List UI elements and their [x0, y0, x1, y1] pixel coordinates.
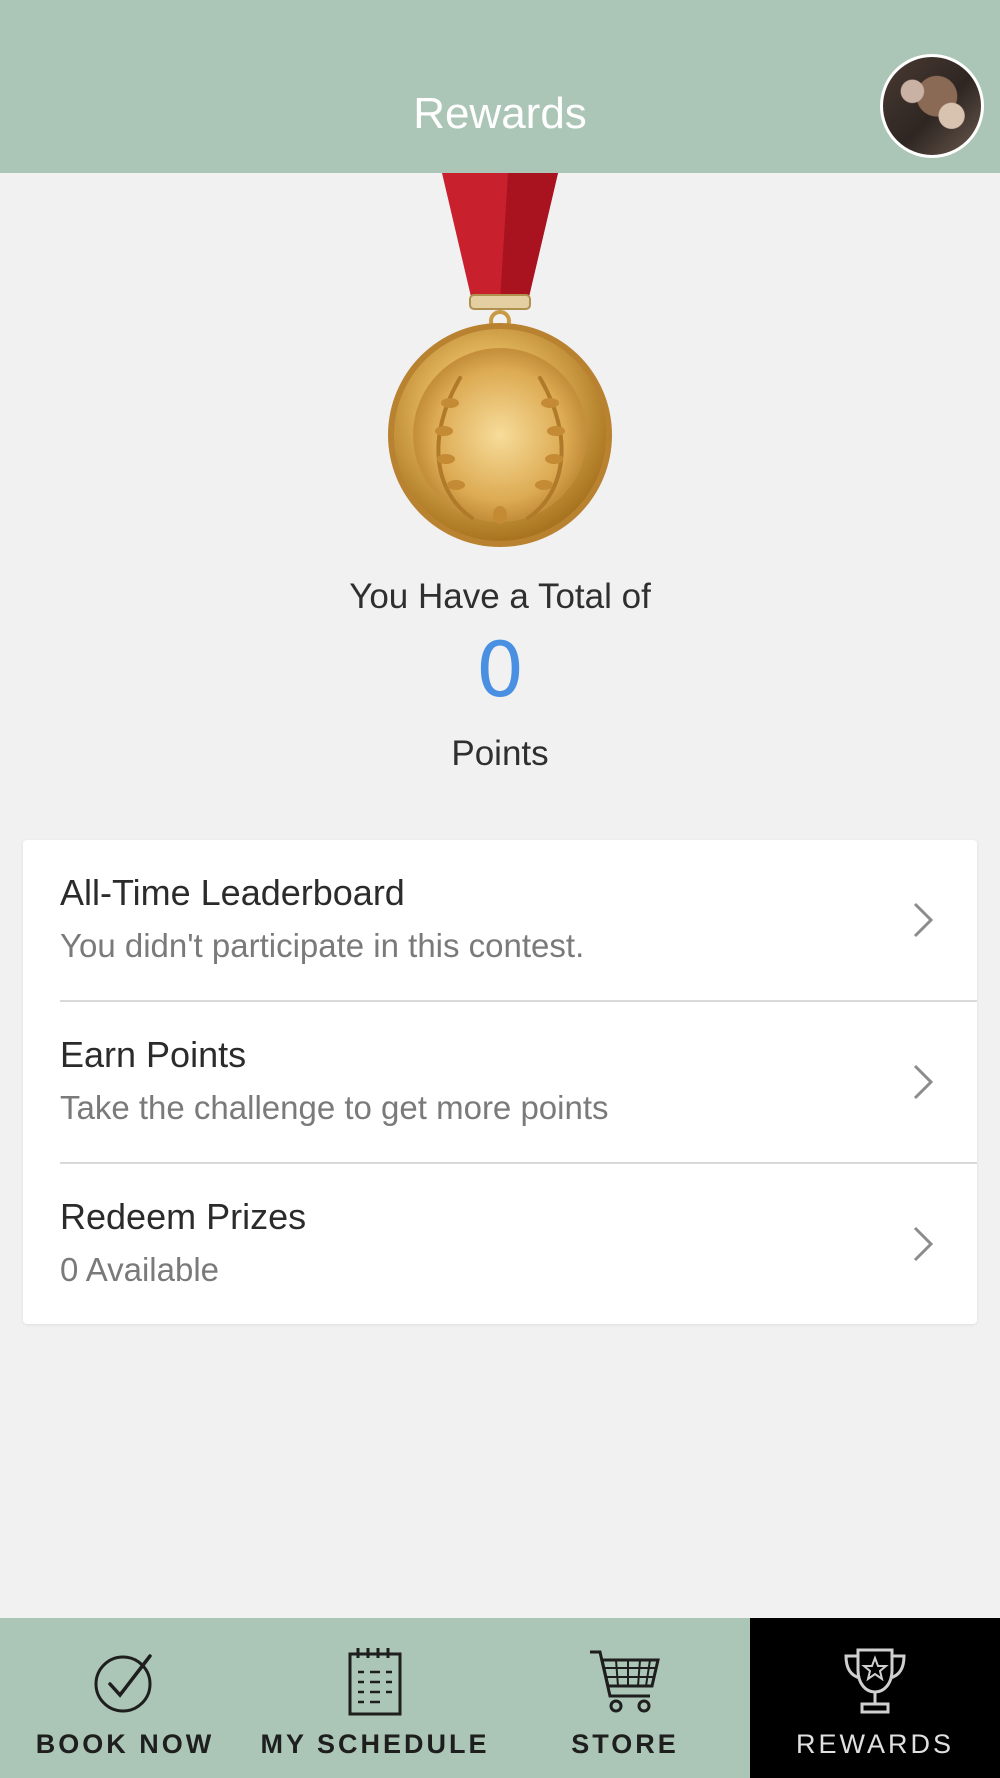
- tab-book-now[interactable]: BOOK NOW: [0, 1618, 250, 1778]
- points-value: 0: [475, 625, 525, 714]
- tab-label: STORE: [571, 1729, 679, 1759]
- rewards-options-list: All-Time Leaderboard You didn't particip…: [23, 840, 977, 1324]
- points-total-label: You Have a Total of: [349, 577, 651, 616]
- redeem-prizes-row[interactable]: Redeem Prizes 0 Available: [23, 1164, 977, 1326]
- leaderboard-row[interactable]: All-Time Leaderboard You didn't particip…: [23, 840, 977, 1002]
- list-item-title: Redeem Prizes: [60, 1196, 307, 1237]
- tab-label: MY SCHEDULE: [260, 1729, 490, 1759]
- user-avatar[interactable]: [880, 54, 984, 158]
- list-item-title: Earn Points: [60, 1034, 247, 1075]
- app-header: Rewards: [0, 0, 1000, 173]
- list-item-subtitle: You didn't participate in this contest.: [60, 927, 585, 964]
- tab-rewards[interactable]: REWARDS: [750, 1618, 1000, 1778]
- earn-points-row[interactable]: Earn Points Take the challenge to get mo…: [23, 1002, 977, 1164]
- tab-label: REWARDS: [795, 1729, 954, 1759]
- check-circle-icon: [94, 1654, 152, 1713]
- chevron-right-icon: [913, 1226, 934, 1262]
- trophy-icon: [844, 1648, 906, 1714]
- page-title: Rewards: [413, 89, 587, 138]
- list-item-subtitle: Take the challenge to get more points: [60, 1089, 609, 1126]
- list-item-title: All-Time Leaderboard: [60, 872, 405, 913]
- chevron-right-icon: [913, 1064, 934, 1100]
- chevron-right-icon: [913, 902, 934, 938]
- gold-medal-icon: [380, 173, 620, 563]
- tab-store[interactable]: STORE: [500, 1618, 750, 1778]
- tab-label: BOOK NOW: [35, 1729, 215, 1759]
- tab-my-schedule[interactable]: MY SCHEDULE: [250, 1618, 500, 1778]
- bottom-tab-bar: BOOK NOW MY SCHEDULE STORE REWARDS: [0, 1618, 1000, 1778]
- calendar-icon: [348, 1648, 402, 1716]
- points-unit-label: Points: [451, 734, 549, 773]
- list-item-subtitle: 0 Available: [60, 1251, 220, 1288]
- shopping-cart-icon: [590, 1650, 660, 1713]
